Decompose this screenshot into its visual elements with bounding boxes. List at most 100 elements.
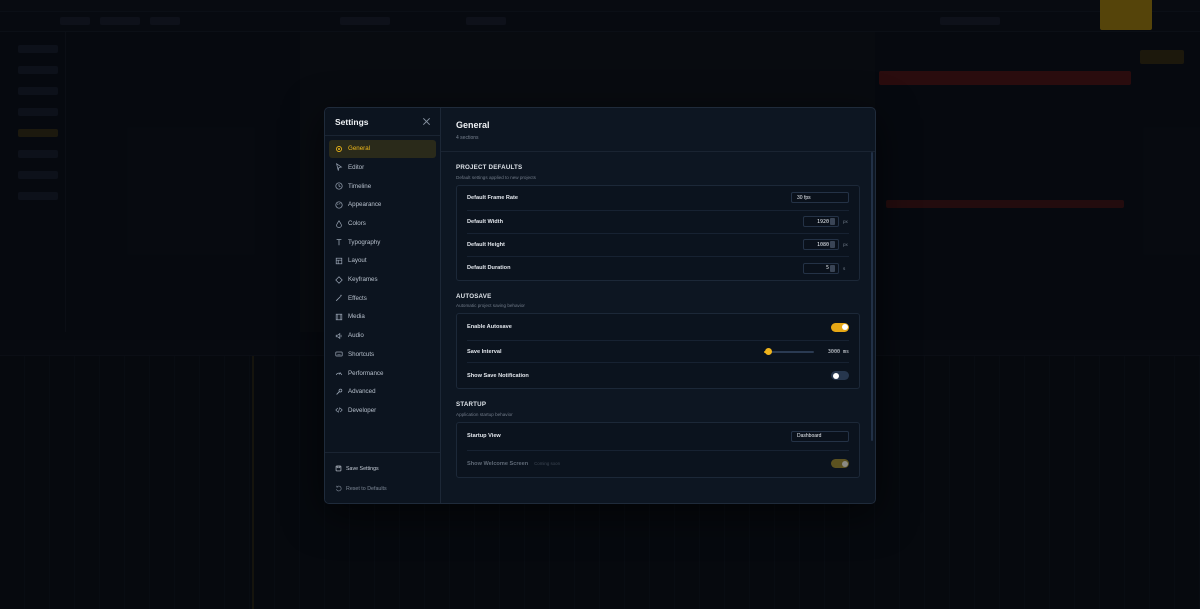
- gear-icon: [335, 145, 343, 153]
- toggle-knob: [841, 460, 848, 467]
- width-unit: px: [843, 219, 848, 224]
- nav-label: Appearance: [348, 201, 382, 209]
- nav-item-media[interactable]: Media: [329, 308, 436, 326]
- duration-unit: s: [843, 265, 846, 271]
- nav-item-developer[interactable]: Developer: [329, 402, 436, 420]
- wand-icon: [335, 294, 343, 302]
- nav-item-advanced[interactable]: Advanced: [329, 383, 436, 401]
- close-icon[interactable]: [422, 117, 432, 127]
- stepper-icon[interactable]: [830, 218, 835, 225]
- nav-item-audio[interactable]: Audio: [329, 327, 436, 345]
- reset-defaults-label: Reset to Defaults: [346, 485, 387, 492]
- content-header: General 4 sections: [441, 108, 875, 152]
- settings-dialog: Settings General Editor Timeline Appeara…: [324, 107, 876, 504]
- nav-label: Colors: [348, 220, 366, 227]
- nav-label: Effects: [348, 294, 367, 302]
- coming-soon-hint: Coming soon: [534, 461, 561, 466]
- nav-label: Audio: [348, 332, 364, 340]
- width-input[interactable]: 1920: [803, 216, 839, 227]
- layout-icon: [335, 257, 343, 265]
- duration-label: Default Duration: [467, 265, 511, 271]
- nav-label: Editor: [348, 163, 365, 171]
- section-title: AUTOSAVE: [456, 292, 492, 300]
- save-settings-label: Save Settings: [346, 465, 379, 472]
- nav-label: Keyframes: [348, 276, 378, 284]
- wrench-icon: [335, 388, 343, 396]
- nav-label: Layout: [348, 257, 367, 265]
- page-subtitle: 4 sections: [456, 135, 479, 141]
- welcome-screen-label: Show Welcome Screen: [467, 460, 529, 467]
- gauge-icon: [335, 369, 343, 377]
- nav-label: Performance: [348, 369, 384, 377]
- frame-rate-select[interactable]: 30 fps: [791, 192, 849, 203]
- nav-item-timeline[interactable]: Timeline: [329, 177, 436, 195]
- settings-card: Default Frame Rate 30 fps Default Width …: [456, 184, 860, 281]
- save-notification-toggle[interactable]: [831, 371, 849, 380]
- nav-item-keyframes[interactable]: Keyframes: [329, 271, 436, 289]
- nav-label: Typography: [348, 238, 381, 246]
- height-input[interactable]: 1080: [803, 239, 839, 250]
- page-title: General: [456, 120, 490, 130]
- section-title: PROJECT DEFAULTS: [456, 164, 523, 171]
- film-icon: [335, 313, 343, 321]
- nav-label: Shortcuts: [348, 350, 375, 358]
- nav-item-typography[interactable]: Typography: [329, 233, 436, 251]
- sidebar-footer: Save Settings Reset to Defaults: [325, 452, 440, 503]
- setting-row-save-interval: Save Interval 3000 ms: [467, 341, 849, 363]
- setting-row-save-notification: Show Save Notification: [467, 363, 849, 388]
- settings-sidebar: Settings General Editor Timeline Appeara…: [325, 108, 441, 503]
- cursor-icon: [335, 163, 343, 172]
- width-value: 1920: [816, 218, 829, 225]
- startup-view-select[interactable]: Dashboard: [791, 430, 849, 442]
- height-unit: px: [843, 242, 848, 247]
- nav-item-appearance[interactable]: Appearance: [329, 196, 436, 214]
- nav-item-performance[interactable]: Performance: [329, 364, 436, 382]
- enable-autosave-toggle[interactable]: [831, 322, 849, 332]
- toggle-knob: [841, 324, 848, 330]
- stepper-icon[interactable]: [830, 241, 835, 248]
- slider-thumb[interactable]: [765, 348, 773, 355]
- section-description: Default settings applied to new projects: [456, 174, 536, 180]
- settings-content: General 4 sections PROJECT DEFAULTS Defa…: [441, 108, 875, 503]
- startup-view-label: Startup View: [467, 433, 501, 439]
- reset-defaults-button[interactable]: Reset to Defaults: [335, 482, 432, 495]
- setting-row-enable-autosave: Enable Autosave: [467, 314, 849, 341]
- nav-label: Media: [348, 313, 365, 321]
- frame-rate-label: Default Frame Rate: [467, 194, 518, 201]
- palette-icon: [335, 201, 343, 209]
- welcome-screen-toggle: [831, 459, 849, 468]
- nav-item-editor[interactable]: Editor: [329, 159, 436, 177]
- save-settings-button[interactable]: Save Settings: [335, 462, 432, 475]
- settings-nav: General Editor Timeline Appearance Color…: [325, 136, 440, 452]
- settings-scroll-area[interactable]: PROJECT DEFAULTS Default settings applie…: [441, 152, 875, 503]
- nav-label: Developer: [348, 406, 377, 414]
- stepper-icon[interactable]: [830, 264, 835, 272]
- save-interval-value: 3000 ms: [827, 348, 849, 355]
- section-description: Automatic project saving behavior: [456, 303, 525, 308]
- droplet-icon: [335, 219, 343, 228]
- nav-item-shortcuts[interactable]: Shortcuts: [329, 346, 436, 364]
- save-interval-slider[interactable]: [763, 348, 814, 355]
- speaker-icon: [335, 332, 343, 340]
- save-icon: [335, 465, 342, 472]
- nav-label: General: [348, 145, 371, 153]
- setting-row-welcome-screen: Show Welcome Screen Coming soon: [467, 451, 849, 477]
- section-title: STARTUP: [456, 401, 487, 408]
- section-description: Application startup behavior: [456, 411, 513, 417]
- save-interval-label: Save Interval: [467, 348, 502, 355]
- duration-value: 5: [825, 265, 829, 271]
- save-notification-label: Show Save Notification: [467, 372, 529, 379]
- nav-item-colors[interactable]: Colors: [329, 215, 436, 233]
- nav-item-effects[interactable]: Effects: [329, 290, 436, 308]
- setting-row-duration: Default Duration 5 s: [467, 257, 849, 280]
- content-scrollbar[interactable]: [871, 152, 873, 441]
- duration-input[interactable]: 5: [803, 262, 839, 274]
- keyboard-icon: [335, 350, 343, 358]
- nav-item-layout[interactable]: Layout: [329, 252, 436, 270]
- enable-autosave-label: Enable Autosave: [467, 324, 512, 330]
- type-icon: [335, 238, 343, 246]
- setting-row-frame-rate: Default Frame Rate 30 fps: [467, 186, 849, 211]
- width-label: Default Width: [467, 218, 503, 225]
- nav-item-general[interactable]: General: [329, 140, 436, 158]
- clock-icon: [335, 182, 343, 190]
